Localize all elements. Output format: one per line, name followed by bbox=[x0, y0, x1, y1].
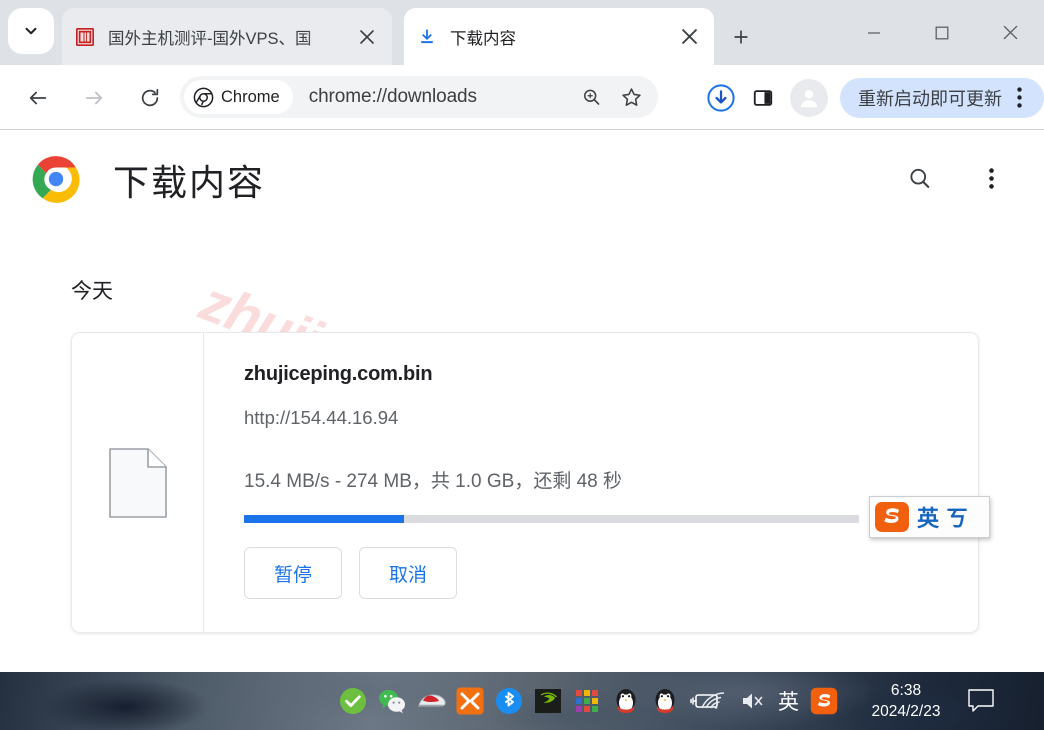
download-actions: 暂停 取消 bbox=[244, 547, 457, 599]
tab-close-button[interactable] bbox=[676, 24, 702, 50]
tab-downloads[interactable]: 下载内容 bbox=[404, 8, 714, 65]
download-icon bbox=[416, 26, 438, 48]
close-icon bbox=[360, 29, 374, 44]
download-item-card[interactable]: zhujiceping.com.bin http://154.44.16.94 … bbox=[71, 332, 979, 633]
omnibox[interactable]: Chrome chrome://downloads bbox=[180, 76, 658, 118]
omnibox-icons bbox=[574, 80, 648, 114]
maximize-button[interactable] bbox=[908, 0, 976, 65]
side-panel-button[interactable] bbox=[742, 77, 784, 119]
ime-symbol-label[interactable]: ㄎ bbox=[946, 501, 968, 533]
chrome-chip[interactable]: Chrome bbox=[184, 80, 293, 114]
close-icon bbox=[1003, 25, 1017, 40]
download-status-text: 15.4 MB/s - 274 MB，共 1.0 GB，还剩 48 秒 bbox=[244, 471, 623, 492]
taskbar-status-icons: 英 bbox=[698, 672, 839, 730]
sogou-icon[interactable] bbox=[809, 686, 839, 716]
tab-title: 国外主机测评-国外VPS、国 bbox=[108, 29, 312, 48]
back-button[interactable] bbox=[16, 76, 60, 120]
reload-button[interactable] bbox=[128, 76, 172, 120]
downloads-button[interactable] bbox=[700, 77, 742, 119]
download-filename[interactable]: zhujiceping.com.bin bbox=[244, 363, 433, 386]
notifications-button[interactable] bbox=[968, 689, 994, 713]
chrome-chip-label: Chrome bbox=[221, 87, 280, 106]
qq-penguin-icon[interactable] bbox=[611, 686, 641, 716]
file-icon-column bbox=[72, 333, 204, 632]
chrome-mono-icon bbox=[193, 87, 214, 107]
tab-search-button[interactable] bbox=[8, 8, 54, 54]
bluetooth-icon[interactable] bbox=[494, 686, 524, 716]
sogou-logo bbox=[875, 502, 909, 532]
tab-close-button[interactable] bbox=[354, 24, 380, 50]
minimize-icon bbox=[868, 31, 880, 34]
maximize-icon bbox=[935, 26, 949, 39]
mouse-icon[interactable] bbox=[416, 686, 446, 716]
three-dot-menu-icon bbox=[1016, 87, 1022, 108]
downloads-page: 下载内容 zhujiceping.com 今天 bbox=[0, 130, 1044, 672]
nvidia-icon[interactable] bbox=[533, 686, 563, 716]
forward-arrow-icon bbox=[85, 91, 103, 104]
xampp-icon[interactable] bbox=[455, 686, 485, 716]
clock-date: 2024/2/23 bbox=[871, 703, 941, 720]
zoom-search-button[interactable] bbox=[574, 80, 608, 114]
site-seal-favicon bbox=[74, 26, 96, 48]
clock-time: 6:38 bbox=[890, 682, 922, 699]
downloads-search-button[interactable] bbox=[899, 158, 939, 198]
tab-title: 下载内容 bbox=[450, 29, 516, 48]
three-dot-menu-icon bbox=[988, 167, 994, 189]
page-title: 下载内容 bbox=[113, 162, 266, 203]
sogou-ime-floating-bar[interactable]: 英 ㄎ bbox=[869, 496, 990, 538]
taskbar-clock[interactable]: 6:38 2024/2/23 bbox=[866, 680, 946, 722]
close-window-button[interactable] bbox=[976, 0, 1044, 65]
chrome-logo bbox=[32, 156, 80, 203]
window-controls bbox=[840, 0, 1044, 65]
downloads-date-group-label: 今天 bbox=[71, 280, 113, 303]
plus-icon bbox=[734, 30, 748, 44]
tab-site[interactable]: 国外主机测评-国外VPS、国 bbox=[62, 8, 392, 65]
chevron-down-icon bbox=[25, 27, 37, 35]
wechat-icon[interactable] bbox=[377, 686, 407, 716]
windows-taskbar: 英 6:38 2024/2/23 bbox=[0, 672, 1044, 730]
close-icon bbox=[681, 29, 697, 44]
pause-button[interactable]: 暂停 bbox=[244, 547, 342, 599]
address-bar-url[interactable]: chrome://downloads bbox=[309, 86, 477, 108]
profile-avatar-icon bbox=[800, 89, 818, 107]
new-tab-button[interactable] bbox=[722, 18, 760, 56]
cancel-button[interactable]: 取消 bbox=[359, 547, 457, 599]
bookmark-button[interactable] bbox=[614, 80, 648, 114]
qq-penguin-icon[interactable] bbox=[650, 686, 680, 716]
volume-muted-icon[interactable] bbox=[738, 686, 768, 716]
profile-avatar[interactable] bbox=[790, 78, 828, 117]
screen: 国外主机测评-国外VPS、国 下载内容 Chrome chrome://down… bbox=[0, 0, 1044, 730]
generic-file-icon bbox=[108, 447, 167, 518]
forward-button[interactable] bbox=[72, 76, 116, 120]
download-progress-bar bbox=[244, 515, 859, 523]
toolbar-right-actions: 重新启动即可更新 bbox=[700, 65, 1044, 130]
browser-menu-button[interactable] bbox=[1002, 78, 1036, 118]
ime-language-indicator[interactable]: 英 bbox=[778, 686, 799, 716]
system-tray-icons bbox=[338, 672, 719, 730]
side-panel-icon bbox=[753, 89, 773, 106]
download-details: zhujiceping.com.bin http://154.44.16.94 … bbox=[244, 333, 978, 632]
back-arrow-icon bbox=[29, 91, 47, 104]
color-grid-icon[interactable] bbox=[572, 686, 602, 716]
search-icon bbox=[909, 168, 929, 188]
browser-window: 国外主机测评-国外VPS、国 下载内容 Chrome chrome://down… bbox=[0, 0, 1044, 672]
download-source-url: http://154.44.16.94 bbox=[244, 407, 399, 428]
update-button[interactable]: 重新启动即可更新 bbox=[840, 77, 1044, 118]
green-check-icon[interactable] bbox=[338, 686, 368, 716]
update-button-label: 重新启动即可更新 bbox=[858, 88, 1002, 109]
download-progress-fill bbox=[244, 515, 404, 523]
wifi-icon[interactable] bbox=[698, 686, 728, 716]
downloads-tray-icon bbox=[707, 83, 735, 112]
minimize-button[interactable] bbox=[840, 0, 908, 65]
tab-strip: 国外主机测评-国外VPS、国 下载内容 bbox=[0, 0, 1044, 65]
ime-mode-label[interactable]: 英 bbox=[917, 501, 939, 533]
notification-icon bbox=[968, 689, 994, 712]
zoom-search-icon bbox=[583, 89, 599, 105]
downloads-menu-button[interactable] bbox=[971, 158, 1011, 198]
star-icon bbox=[621, 87, 641, 106]
reload-icon bbox=[141, 88, 159, 106]
browser-toolbar: Chrome chrome://downloads 重新启动即可更新 bbox=[0, 65, 1044, 130]
